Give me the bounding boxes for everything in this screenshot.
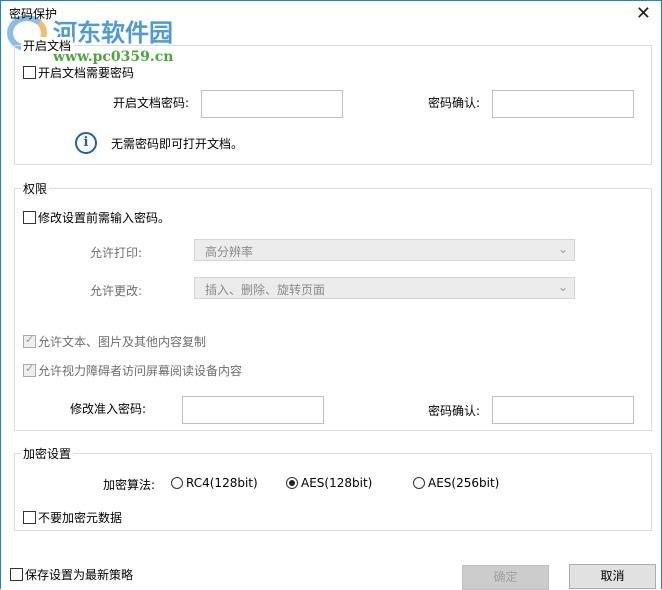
permissions-require-checkbox[interactable]: 修改设置前需输入密码。: [23, 209, 170, 226]
print-select[interactable]: 高分辨率 ⌄: [194, 239, 575, 261]
cancel-button[interactable]: 取消: [569, 564, 656, 589]
radio-aes-256[interactable]: AES(256bit): [413, 476, 499, 490]
change-value: 插入、删除、旋转页面: [205, 283, 326, 297]
close-icon[interactable]: ✕: [636, 3, 651, 24]
checkbox-label: 不要加密元数据: [38, 511, 123, 525]
permissions-legend: 权限: [21, 180, 50, 197]
perm-confirm-label: 密码确认:: [428, 404, 481, 418]
change-label: 允许更改:: [90, 284, 143, 298]
perm-password-label: 修改准入密码:: [70, 402, 147, 416]
no-meta-checkbox[interactable]: 不要加密元数据: [23, 509, 122, 526]
access-checkbox[interactable]: 允许视力障碍者访问屏幕阅读设备内容: [23, 362, 242, 379]
checkbox-icon: [10, 568, 23, 581]
encryption-group: 加密设置 加密算法: RC4(128bit) AES(128bit) AES(2…: [14, 445, 652, 531]
open-doc-group: 开启文档 开启文档需要密码 开启文档密码: 密码确认: i 无需密码即可打开文档…: [14, 37, 652, 165]
open-doc-require-checkbox[interactable]: 开启文档需要密码: [23, 64, 134, 81]
checkbox-icon: [23, 211, 36, 224]
checkbox-icon: [23, 511, 36, 524]
open-confirm-input[interactable]: [492, 90, 634, 118]
radio-icon: [171, 477, 183, 489]
algo-label: 加密算法:: [103, 478, 156, 492]
chevron-down-icon: ⌄: [557, 280, 568, 294]
encryption-legend: 加密设置: [21, 445, 74, 462]
info-icon: i: [75, 132, 97, 154]
radio-icon: [413, 477, 425, 489]
checkbox-label: 开启文档需要密码: [38, 66, 135, 80]
radio-selected-icon: [286, 477, 298, 489]
copy-checkbox[interactable]: 允许文本、图片及其他内容复制: [23, 333, 206, 350]
checkbox-label: 修改设置前需输入密码。: [38, 211, 171, 225]
radio-label: RC4(128bit): [186, 476, 258, 490]
checkbox-icon: [23, 333, 36, 348]
open-password-input[interactable]: [201, 90, 343, 118]
radio-label: AES(128bit): [301, 476, 373, 490]
open-confirm-label: 密码确认:: [428, 96, 481, 110]
info-text: 无需密码即可打开文档。: [111, 137, 244, 151]
print-label: 允许打印:: [90, 246, 143, 260]
checkbox-label: 保存设置为最新策略: [25, 568, 134, 582]
perm-confirm-input[interactable]: [492, 396, 634, 424]
checkbox-icon: [23, 362, 36, 377]
save-policy-checkbox[interactable]: 保存设置为最新策略: [10, 566, 133, 583]
radio-rc4-128[interactable]: RC4(128bit): [171, 476, 258, 490]
checkbox-label: 允许文本、图片及其他内容复制: [38, 335, 207, 349]
window-title: 密码保护: [9, 7, 58, 21]
checkbox-icon: [23, 66, 36, 79]
radio-aes-128[interactable]: AES(128bit): [286, 476, 372, 490]
chevron-down-icon: ⌄: [557, 242, 568, 256]
perm-password-input[interactable]: [182, 396, 324, 424]
permissions-group: 权限 修改设置前需输入密码。 允许打印: 高分辨率 ⌄ 允许更改: 插入、删除、旋…: [14, 180, 652, 431]
print-value: 高分辨率: [205, 245, 254, 259]
checkbox-label: 允许视力障碍者访问屏幕阅读设备内容: [38, 364, 243, 378]
open-doc-legend: 开启文档: [21, 37, 74, 54]
change-select[interactable]: 插入、删除、旋转页面 ⌄: [194, 277, 575, 299]
open-password-label: 开启文档密码:: [113, 96, 190, 110]
radio-label: AES(256bit): [428, 476, 500, 490]
ok-button[interactable]: 确定: [462, 565, 549, 590]
